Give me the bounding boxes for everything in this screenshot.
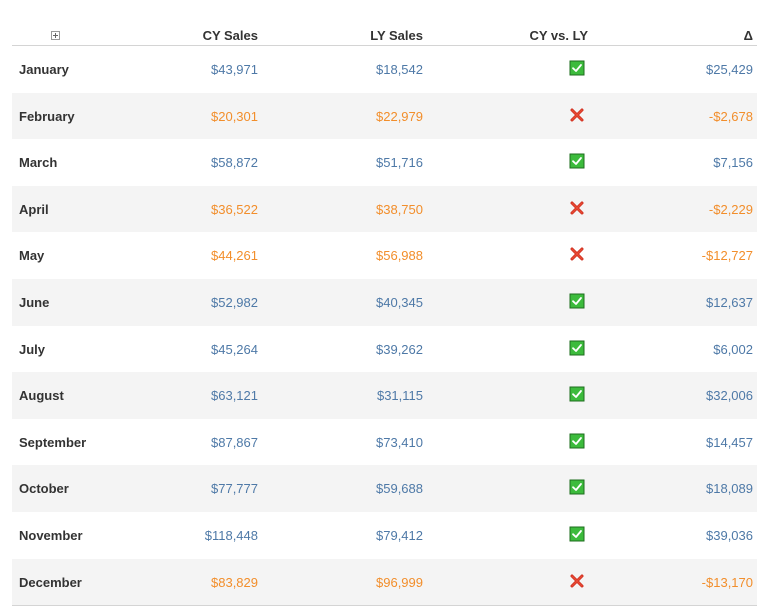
month-label: November <box>19 527 83 543</box>
check-icon <box>569 293 585 309</box>
expand-icon[interactable] <box>51 31 60 40</box>
month-label: March <box>19 155 58 171</box>
header-ly-sales[interactable]: LY Sales <box>370 28 423 43</box>
delta-value: $12,637 <box>706 294 753 310</box>
header-cy-sales[interactable]: CY Sales <box>203 28 258 43</box>
delta-value: $18,089 <box>706 481 753 497</box>
cy-sales-value: $36,522 <box>211 201 258 217</box>
cy-sales-value: $83,829 <box>211 574 258 590</box>
table-row[interactable]: September $87,867 $73,410 $14,457 <box>12 419 757 466</box>
table-header: CY Sales LY Sales CY vs. LY Δ <box>12 20 757 46</box>
table-row[interactable]: March $58,872 $51,716 $7,156 <box>12 139 757 186</box>
table-row[interactable]: November $118,448 $79,412 $39,036 <box>12 512 757 559</box>
check-icon <box>569 479 585 495</box>
cy-sales-value: $52,982 <box>211 294 258 310</box>
table-row[interactable]: May $44,261 $56,988 -$12,727 <box>12 232 757 279</box>
ly-sales-value: $40,345 <box>376 294 423 310</box>
cy-sales-value: $44,261 <box>211 248 258 264</box>
delta-value: -$13,170 <box>701 574 753 590</box>
ly-sales-value: $31,115 <box>376 388 423 404</box>
check-icon <box>569 386 585 402</box>
check-icon <box>569 526 585 542</box>
delta-value: $14,457 <box>706 434 753 450</box>
ly-sales-value: $59,688 <box>376 481 423 497</box>
month-label: September <box>19 434 87 450</box>
cy-sales-value: $43,971 <box>211 62 258 77</box>
ly-sales-value: $22,979 <box>376 108 423 124</box>
ly-sales-value: $79,412 <box>376 527 423 543</box>
delta-value: $32,006 <box>706 388 753 404</box>
month-label: July <box>19 341 46 357</box>
cross-icon <box>569 573 585 589</box>
table-row[interactable]: January $43,971 $18,542 $25,429 <box>12 46 757 93</box>
table-row[interactable]: August $63,121 $31,115 $32,006 <box>12 372 757 419</box>
month-label: December <box>19 574 82 590</box>
check-icon <box>569 60 585 76</box>
table-bottom-divider <box>12 605 757 607</box>
table-row[interactable]: June $52,982 $40,345 $12,637 <box>12 278 757 326</box>
delta-value: $25,429 <box>706 62 753 77</box>
delta-value: $7,156 <box>713 155 753 171</box>
table-row[interactable]: July $45,264 $39,262 $6,002 <box>12 326 757 373</box>
check-icon <box>569 153 585 169</box>
table-row[interactable]: February $20,301 $22,979 -$2,678 <box>12 92 757 140</box>
month-label: May <box>19 248 45 264</box>
cross-icon <box>569 246 585 262</box>
table-row[interactable]: April $36,522 $38,750 -$2,229 <box>12 185 757 233</box>
cy-sales-value: $20,301 <box>211 108 258 124</box>
delta-value: -$2,678 <box>708 108 753 124</box>
cy-sales-value: $45,264 <box>211 341 258 357</box>
month-label: April <box>19 201 49 217</box>
delta-value: $6,002 <box>713 341 753 357</box>
month-label: August <box>19 388 64 404</box>
ly-sales-value: $96,999 <box>376 574 423 590</box>
check-icon <box>569 433 585 449</box>
cross-icon <box>569 107 585 123</box>
delta-value: $39,036 <box>706 527 753 543</box>
month-label: January <box>19 62 69 77</box>
ly-sales-value: $56,988 <box>376 248 423 264</box>
delta-value: -$12,727 <box>701 248 753 264</box>
cy-sales-value: $77,777 <box>211 481 258 497</box>
table-row[interactable]: December $83,829 $96,999 -$13,170 <box>12 558 757 606</box>
header-delta[interactable]: Δ <box>744 28 753 43</box>
cy-sales-value: $63,121 <box>211 388 258 404</box>
ly-sales-value: $39,262 <box>376 341 423 357</box>
ly-sales-value: $51,716 <box>376 155 423 171</box>
cy-sales-value: $118,448 <box>204 527 258 543</box>
delta-value: -$2,229 <box>708 201 753 217</box>
month-label: October <box>19 481 69 497</box>
ly-sales-value: $38,750 <box>376 201 423 217</box>
ly-sales-value: $18,542 <box>376 62 423 77</box>
sales-comparison-table: CY Sales LY Sales CY vs. LY Δ January $43… <box>12 20 757 607</box>
month-label: June <box>19 294 50 310</box>
header-cy-vs-ly[interactable]: CY vs. LY <box>529 28 588 43</box>
table-row[interactable]: October $77,777 $59,688 $18,089 <box>12 465 757 512</box>
cy-sales-value: $58,872 <box>211 155 258 171</box>
month-label: February <box>19 108 75 124</box>
cy-sales-value: $87,867 <box>211 434 258 450</box>
ly-sales-value: $73,410 <box>376 434 423 450</box>
cross-icon <box>569 200 585 216</box>
table-body: January $43,971 $18,542 $25,429 February $20,… <box>12 46 757 606</box>
check-icon <box>569 340 585 356</box>
